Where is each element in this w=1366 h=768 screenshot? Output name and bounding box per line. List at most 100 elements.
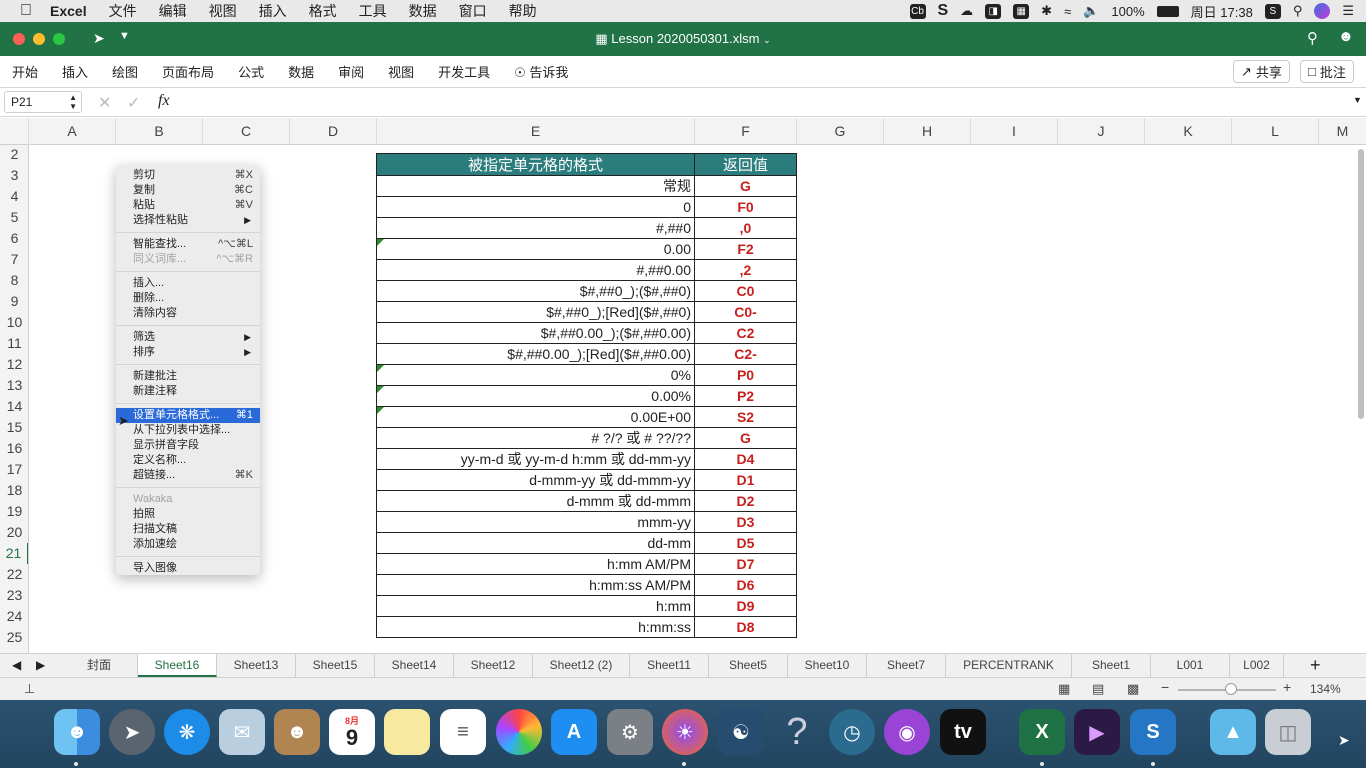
reminders-icon[interactable]: ≡ — [440, 709, 486, 755]
row-header[interactable]: 18 — [0, 480, 28, 501]
error-indicator-icon[interactable] — [377, 386, 384, 393]
return-cell[interactable]: F2 — [694, 238, 797, 260]
col-header-l[interactable]: L — [1232, 118, 1319, 145]
context-menu-item[interactable]: 新建批注 — [116, 369, 260, 384]
tab-draw[interactable]: 绘图 — [112, 62, 138, 81]
screenshot-icon[interactable]: ◨ — [985, 3, 1002, 19]
context-menu-item[interactable]: 筛选 ▶ — [116, 330, 260, 345]
format-cell[interactable]: h:mm:ss AM/PM — [376, 574, 695, 596]
sheet-tab[interactable]: PERCENTRANK — [946, 654, 1072, 677]
col-header-f[interactable]: F — [695, 118, 797, 145]
menu-insert[interactable]: 插入 — [259, 1, 287, 21]
error-indicator-icon[interactable] — [377, 365, 384, 372]
expand-formula-icon[interactable]: ▼ — [1353, 95, 1362, 105]
stepper-icon[interactable]: ▲ ▼ — [69, 93, 77, 111]
cancel-icon[interactable]: ✕ — [98, 93, 111, 113]
page-break-view-icon[interactable]: ▩ — [1127, 681, 1139, 697]
row-header[interactable]: 11 — [0, 333, 28, 354]
row-header[interactable]: 22 — [0, 564, 28, 585]
context-menu-item[interactable]: 插入... — [116, 276, 260, 291]
menu-file[interactable]: 文件 — [109, 1, 137, 21]
finder-icon[interactable]: ☻ — [54, 709, 100, 755]
menu-data[interactable]: 数据 — [409, 1, 437, 21]
row-header[interactable]: 23 — [0, 585, 28, 606]
context-menu-item[interactable]: 设置单元格格式... ⌘1 — [116, 408, 260, 423]
tell-me[interactable]: ☉ 告诉我 — [514, 62, 568, 81]
volume-icon[interactable]: 🔈 — [1083, 3, 1099, 19]
tab-formulas[interactable]: 公式 — [238, 62, 264, 81]
menu-help[interactable]: 帮助 — [509, 1, 537, 21]
snagit-icon[interactable]: S — [1130, 709, 1176, 755]
context-menu-item[interactable]: 新建注释 — [116, 384, 260, 399]
return-cell[interactable]: C0- — [694, 301, 797, 323]
context-menu-item[interactable]: 从下拉列表中选择... — [116, 423, 260, 438]
format-cell[interactable]: h:mm — [376, 595, 695, 617]
sheet-tab[interactable]: Sheet5 — [709, 654, 788, 677]
mail-eagle-icon[interactable]: ✉ — [219, 709, 265, 755]
return-cell[interactable]: D1 — [694, 469, 797, 491]
format-cell[interactable]: #,##0.00 — [376, 259, 695, 281]
format-cell[interactable]: 常规 — [376, 175, 695, 197]
row-header[interactable]: 4 — [0, 186, 28, 207]
context-menu-item[interactable]: 拍照 — [116, 507, 260, 522]
row-header[interactable]: 20 — [0, 522, 28, 543]
context-menu-item[interactable]: 粘贴 ⌘V — [116, 198, 260, 213]
chevron-down-icon[interactable]: ⌄ — [763, 35, 771, 45]
context-menu-item[interactable]: 复制 ⌘C — [116, 183, 260, 198]
sheet-tab[interactable]: Sheet1 — [1072, 654, 1151, 677]
context-menu-item[interactable]: 添加速绘 — [116, 537, 260, 552]
row-header[interactable]: 14 — [0, 396, 28, 417]
help-icon[interactable]: ? — [774, 709, 820, 755]
return-cell[interactable]: C0 — [694, 280, 797, 302]
context-menu-item[interactable]: 扫描文稿 — [116, 522, 260, 537]
enter-icon[interactable]: ✓ — [127, 93, 140, 113]
system-preferences-icon[interactable]: ⚙ — [607, 709, 653, 755]
row-header[interactable]: 10 — [0, 312, 28, 333]
return-cell[interactable]: ,0 — [694, 217, 797, 239]
return-cell[interactable]: D3 — [694, 511, 797, 533]
fx-button[interactable]: fx — [158, 92, 170, 110]
format-cell[interactable]: h:mm:ss — [376, 616, 695, 638]
col-header-i[interactable]: I — [971, 118, 1058, 145]
podcasts-icon[interactable]: ◉ — [884, 709, 930, 755]
row-header[interactable]: 6 — [0, 228, 28, 249]
col-header-h[interactable]: H — [884, 118, 971, 145]
row-header[interactable]: 16 — [0, 438, 28, 459]
keyboard-icon[interactable]: Cb — [909, 3, 926, 19]
format-cell[interactable]: 0 — [376, 196, 695, 218]
firefox-icon[interactable]: ☀ — [662, 709, 708, 755]
account-icon[interactable]: ☻ — [1338, 28, 1354, 45]
sheet-tab[interactable]: Sheet15 — [296, 654, 375, 677]
safari-icon[interactable]: ❋ — [164, 709, 210, 755]
zoom-out-icon[interactable]: − — [1161, 679, 1169, 695]
tab-prev-icon[interactable]: ◀ — [12, 658, 21, 672]
return-cell[interactable]: ,2 — [694, 259, 797, 281]
scroll-thumb[interactable] — [1358, 149, 1364, 419]
return-cell[interactable]: S2 — [694, 406, 797, 428]
col-header-k[interactable]: K — [1145, 118, 1232, 145]
calendar-icon[interactable]: 8月 9 — [329, 709, 375, 755]
sheet-tab[interactable]: Sheet13 — [217, 654, 296, 677]
tab-developer[interactable]: 开发工具 — [438, 62, 490, 81]
context-menu-item[interactable]: 选择性粘贴 ▶ — [116, 213, 260, 228]
return-cell[interactable]: C2- — [694, 343, 797, 365]
formula-input[interactable] — [181, 92, 1341, 112]
context-menu-item[interactable]: 超链接... ⌘K — [116, 468, 260, 483]
apple-icon[interactable]:  — [20, 3, 36, 19]
return-cell[interactable]: F0 — [694, 196, 797, 218]
error-indicator-icon[interactable] — [377, 407, 384, 414]
excel-icon[interactable]: X — [1019, 709, 1065, 755]
grid-app-icon[interactable]: ▦ — [1013, 3, 1030, 19]
format-cell[interactable]: $#,##0_);[Red]($#,##0) — [376, 301, 695, 323]
row-header[interactable]: 2 — [0, 145, 28, 165]
select-all-corner[interactable] — [0, 118, 29, 145]
return-cell[interactable]: P0 — [694, 364, 797, 386]
sheet-tab[interactable]: L001 — [1151, 654, 1230, 677]
return-cell[interactable]: D9 — [694, 595, 797, 617]
format-cell[interactable]: #,##0 — [376, 217, 695, 239]
col-header-d[interactable]: D — [290, 118, 377, 145]
context-menu-item[interactable]: 删除... — [116, 291, 260, 306]
tab-page-layout[interactable]: 页面布局 — [162, 62, 214, 81]
return-cell[interactable]: D5 — [694, 532, 797, 554]
tab-review[interactable]: 审阅 — [338, 62, 364, 81]
